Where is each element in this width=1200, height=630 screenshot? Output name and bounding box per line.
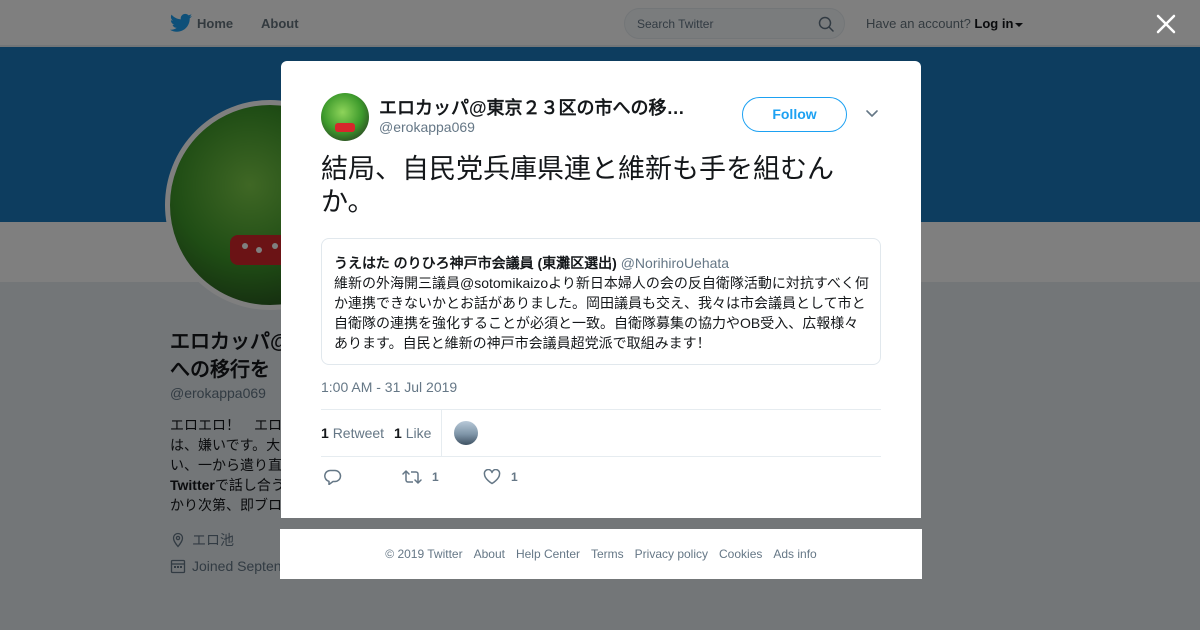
stats-divider [441,410,442,456]
footer-cookies-link[interactable]: Cookies [719,547,762,561]
retweet-button[interactable]: 1 [402,469,439,485]
tweet-stats: 1 Retweet 1 Like [321,409,881,457]
avatar-bowtie [335,123,355,132]
retweet-stat[interactable]: 1 Retweet [321,425,384,441]
footer-privacy-link[interactable]: Privacy policy [635,547,708,561]
like-stat-label: Like [405,425,432,441]
retweet-stat-label: Retweet [332,425,385,441]
tweet-author-name[interactable]: エロカッパ@東京２３区の市への移行を [379,94,699,120]
reply-button[interactable] [324,469,342,485]
like-stat[interactable]: 1 Like [394,425,431,441]
tweet-author-handle[interactable]: @erokappa069 [379,119,475,135]
heart-icon [483,469,501,485]
quoted-tweet-header: うえはた のりひろ神戸市会議員 (東灘区選出) @NorihiroUehata [334,253,729,273]
close-icon[interactable] [1154,12,1178,36]
like-action-count: 1 [511,470,518,484]
follow-button[interactable]: Follow [742,97,847,132]
chevron-down-icon[interactable] [865,109,879,119]
footer-ads-link[interactable]: Ads info [773,547,816,561]
footer-about-link[interactable]: About [474,547,505,561]
retweet-icon [402,470,422,484]
like-button[interactable]: 1 [483,469,518,485]
retweet-count: 1 [321,425,329,441]
like-count: 1 [394,425,402,441]
tweet-author-avatar[interactable] [321,93,369,141]
footer: © 2019 Twitter About Help Center Terms P… [280,529,922,579]
tweet-text: 結局、自民党兵庫県連と維新も手を組むんか。 [321,154,834,218]
quoted-author-handle: @NorihiroUehata [620,255,730,271]
tweet-timestamp[interactable]: 1:00 AM - 31 Jul 2019 [321,379,457,395]
tweet-modal: エロカッパ@東京２３区の市への移行を @erokappa069 Follow 結… [281,61,921,518]
footer-help-link[interactable]: Help Center [516,547,580,561]
quoted-tweet[interactable]: うえはた のりひろ神戸市会議員 (東灘区選出) @NorihiroUehata … [321,238,881,365]
quoted-tweet-text: 維新の外海開三議員@sotomikaizoより新日本婦人の会の反自衛隊活動に対抗… [334,275,869,351]
quoted-author-name: うえはた のりひろ神戸市会議員 (東灘区選出) [334,255,617,271]
retweet-action-count: 1 [432,470,439,484]
footer-terms-link[interactable]: Terms [591,547,624,561]
tweet-actions: 1 1 [321,469,881,489]
liker-avatar[interactable] [454,421,478,445]
reply-icon [324,469,342,485]
footer-copyright: © 2019 Twitter [385,547,463,561]
